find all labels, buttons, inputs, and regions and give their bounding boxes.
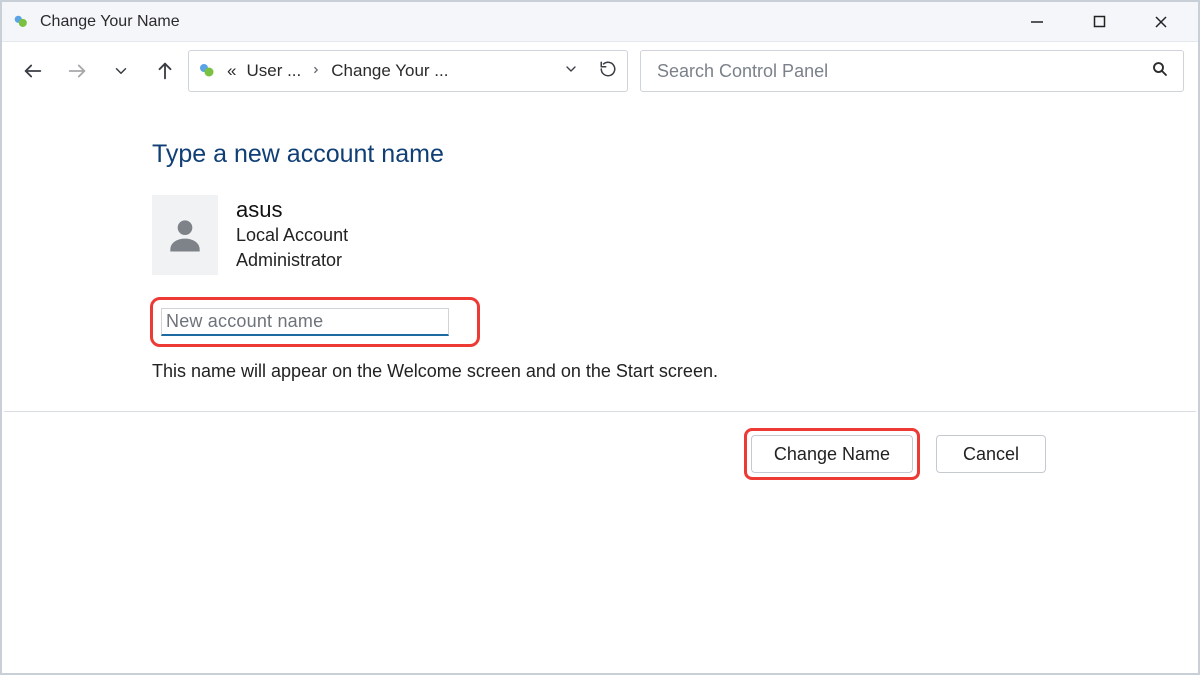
footer: Change Name Cancel: [4, 411, 1196, 480]
change-name-button[interactable]: Change Name: [751, 435, 913, 473]
app-icon: [12, 13, 30, 31]
maximize-button[interactable]: [1068, 2, 1130, 42]
account-name: asus: [236, 197, 348, 223]
up-button[interactable]: [154, 60, 176, 82]
new-name-highlight: [150, 297, 480, 347]
title-bar: Change Your Name: [2, 2, 1198, 42]
crumb-user-accounts[interactable]: User ...: [246, 61, 301, 81]
close-button[interactable]: [1130, 2, 1192, 42]
crumb-change-your-name[interactable]: Change Your ...: [331, 61, 448, 81]
hint-text: This name will appear on the Welcome scr…: [152, 361, 1198, 382]
page-heading: Type a new account name: [152, 140, 1198, 169]
cancel-button[interactable]: Cancel: [936, 435, 1046, 473]
recent-locations-button[interactable]: [110, 60, 132, 82]
refresh-button[interactable]: [599, 60, 617, 82]
window-title: Change Your Name: [40, 13, 180, 31]
account-block: asus Local Account Administrator: [152, 195, 1198, 275]
search-input[interactable]: [655, 60, 1151, 83]
new-account-name-input[interactable]: [161, 308, 449, 336]
account-info: asus Local Account Administrator: [236, 195, 348, 273]
crumb-prefix: «: [227, 61, 236, 81]
nav-cluster: [16, 60, 176, 82]
minimize-button[interactable]: [1006, 2, 1068, 42]
toolbar: « User ... Change Your ...: [2, 42, 1198, 100]
main-content: Type a new account name asus Local Accou…: [2, 100, 1198, 382]
back-button[interactable]: [22, 60, 44, 82]
search-box[interactable]: [640, 50, 1184, 92]
account-role: Administrator: [236, 248, 348, 273]
address-dropdown-button[interactable]: [563, 61, 579, 81]
address-icon: [197, 61, 217, 81]
chevron-right-icon: [311, 61, 321, 81]
search-icon[interactable]: [1151, 60, 1169, 82]
account-type: Local Account: [236, 223, 348, 248]
forward-button[interactable]: [66, 60, 88, 82]
address-bar[interactable]: « User ... Change Your ...: [188, 50, 628, 92]
breadcrumb[interactable]: « User ... Change Your ...: [227, 61, 448, 81]
avatar: [152, 195, 218, 275]
change-name-highlight: Change Name: [744, 428, 920, 480]
